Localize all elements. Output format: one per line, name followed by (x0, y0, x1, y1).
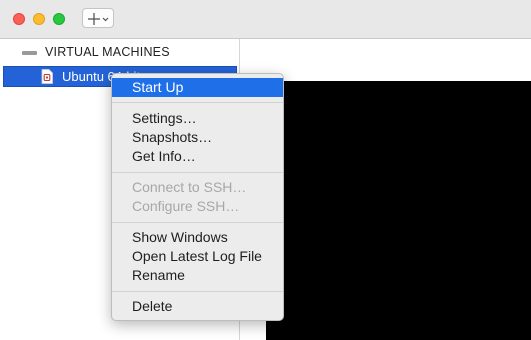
section-header-label: VIRTUAL MACHINES (45, 45, 170, 59)
title-bar (0, 0, 531, 39)
menu-item-start-up[interactable]: Start Up (112, 78, 283, 97)
menu-item-connect-ssh: Connect to SSH… (132, 179, 247, 195)
menu-separator (112, 291, 283, 292)
menu-item-show-windows[interactable]: Show Windows (112, 228, 283, 247)
menu-separator (112, 172, 283, 173)
vm-document-icon (41, 69, 53, 84)
menu-item-get-info[interactable]: Get Info… (112, 147, 283, 166)
menu-separator (112, 102, 283, 103)
menu-separator (112, 222, 283, 223)
context-menu: Start Up Settings… Snapshots… Get Info… … (111, 73, 284, 321)
chevron-down-icon (102, 17, 109, 22)
menu-item-rename[interactable]: Rename (112, 266, 283, 285)
disclosure-dash-icon (22, 51, 37, 55)
zoom-button[interactable] (53, 13, 65, 25)
add-vm-button[interactable] (82, 8, 114, 28)
menu-item-delete[interactable]: Delete (112, 297, 283, 316)
close-button[interactable] (13, 13, 25, 25)
menu-item-open-log[interactable]: Open Latest Log File (112, 247, 283, 266)
vm-preview-screen (266, 81, 531, 340)
minimize-button[interactable] (33, 13, 45, 25)
plus-icon (88, 13, 109, 25)
menu-item-settings[interactable]: Settings… (112, 109, 283, 128)
menu-item-configure-ssh: Configure SSH… (132, 198, 240, 214)
menu-item-snapshots[interactable]: Snapshots… (112, 128, 283, 147)
